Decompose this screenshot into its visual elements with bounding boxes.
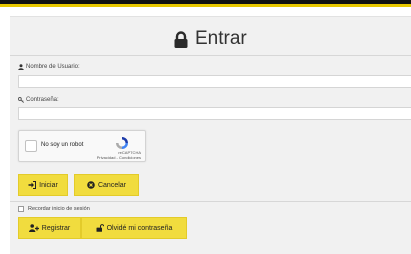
cancel-button-label: Cancelar	[97, 181, 126, 189]
remember-checkbox[interactable]	[18, 206, 24, 212]
forgot-password-button[interactable]: Olvidé mi contraseña	[81, 217, 187, 239]
login-button-label: Iniciar	[39, 181, 58, 189]
user-icon	[18, 64, 24, 70]
recaptcha-widget: No soy un robot reCAPTCHA Privacidad - C…	[18, 130, 146, 162]
password-label: Contraseña:	[18, 97, 59, 103]
register-button-label: Registrar	[41, 224, 71, 232]
top-bar	[0, 0, 411, 7]
username-label-text: Nombre de Usuario:	[26, 64, 80, 70]
username-input[interactable]	[18, 75, 411, 88]
remember-me[interactable]: Recordar inicio de sesión	[18, 206, 90, 212]
login-title-text: Entrar	[195, 28, 247, 49]
login-title: Entrar	[173, 26, 247, 52]
forgot-password-label: Olvidé mi contraseña	[106, 224, 173, 232]
key-icon	[18, 97, 24, 103]
close-circle-icon	[87, 181, 95, 189]
lock-icon	[174, 30, 188, 48]
unlock-icon	[96, 224, 104, 232]
top-bar-accent	[0, 4, 411, 7]
user-plus-icon	[28, 224, 39, 232]
cancel-button[interactable]: Cancelar	[74, 174, 139, 196]
recaptcha-brand: reCAPTCHA Privacidad - Condiciones	[97, 150, 141, 160]
password-input[interactable]	[18, 107, 411, 120]
password-label-text: Contraseña:	[26, 97, 59, 103]
username-label: Nombre de Usuario:	[18, 64, 80, 70]
recaptcha-links[interactable]: Privacidad - Condiciones	[97, 155, 141, 160]
remember-label: Recordar inicio de sesión	[28, 206, 90, 212]
title-divider	[10, 55, 411, 56]
recaptcha-label: No soy un robot	[41, 142, 84, 148]
actions-divider	[10, 201, 411, 202]
sign-in-icon	[28, 181, 37, 189]
login-button[interactable]: Iniciar	[18, 174, 68, 196]
recaptcha-checkbox[interactable]	[25, 140, 37, 152]
register-button[interactable]: Registrar	[18, 217, 81, 239]
